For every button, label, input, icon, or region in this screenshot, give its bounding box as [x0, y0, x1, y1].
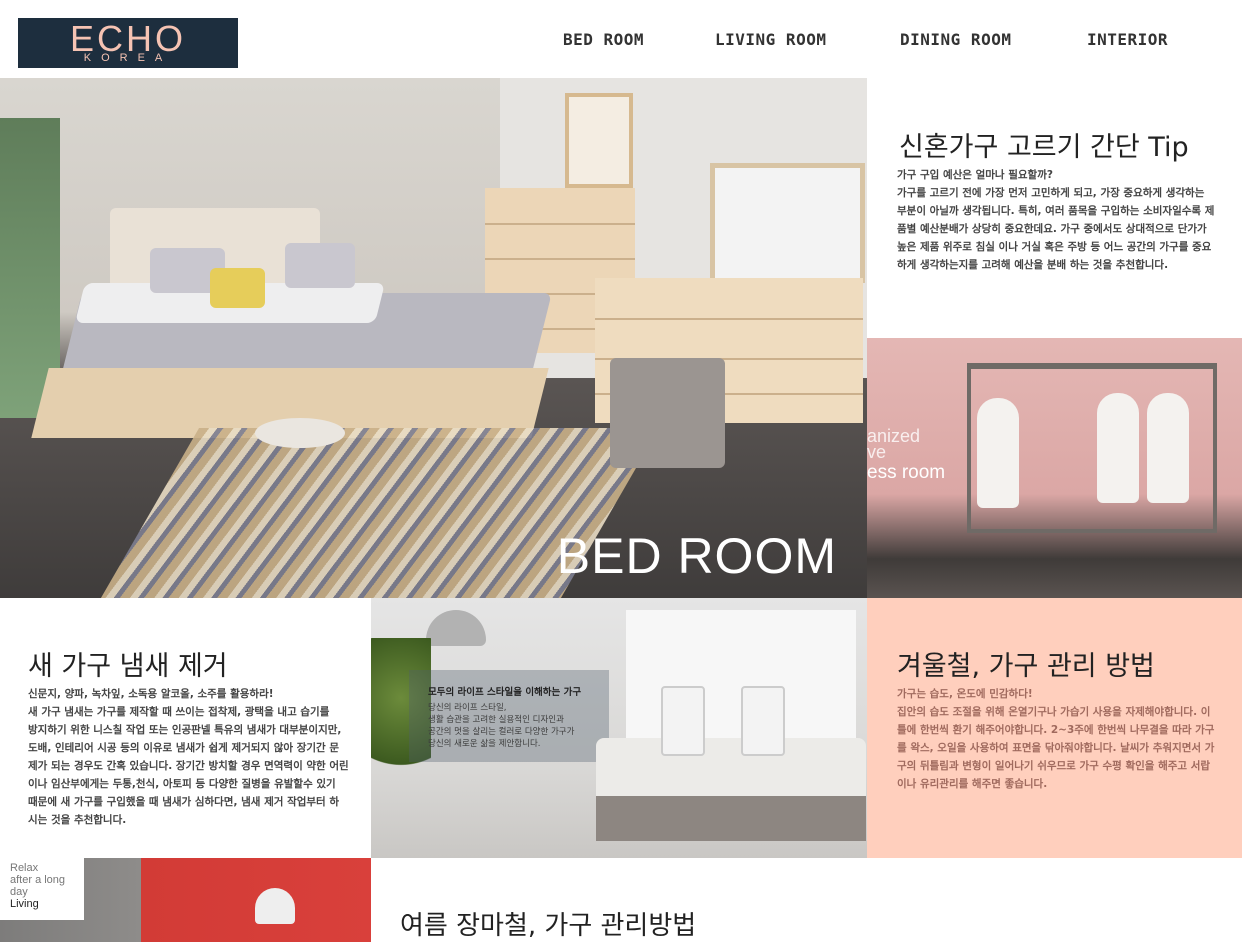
tip-line: 구의 뒤틀림과 변형이 일어나기 쉬우므로 가구 수평 확인을 해주고 서랍 — [897, 760, 1211, 772]
mirror — [710, 163, 865, 283]
nav-dining-room[interactable]: DINING ROOM — [900, 30, 1011, 52]
brand-logo[interactable]: ECHO KOREA — [18, 18, 238, 68]
caption-line: 당신의 라이프 스타일, — [428, 703, 507, 713]
caption-line: 생활 습관을 고려한 실용적인 디자인과 — [428, 715, 564, 725]
reading-person — [661, 686, 705, 756]
dressroom-label: ess room — [867, 462, 946, 483]
tip-line: 가구 구입 예산은 얼마나 필요할까? — [897, 169, 1053, 181]
relax-tag: Relax after a long day Living — [0, 858, 84, 920]
tip-line: 때문에 새 가구를 구입했을 때 냄새가 심하다면, 냄새 제거 작업부터 하 — [28, 796, 340, 808]
dress — [1097, 393, 1139, 503]
tip-line: 가구는 습도, 온도에 민감하다! — [897, 688, 1033, 700]
tip-body: 신문지, 양파, 녹차잎, 소독용 알코올, 소주를 활용하라! 새 가구 냄새… — [28, 685, 368, 829]
bedroom-hero-image[interactable]: BED ROOM — [0, 78, 867, 598]
brand-sub: KOREA — [83, 52, 173, 64]
dressroom-image[interactable]: anized ve ess room — [867, 338, 1242, 598]
tip-title: 겨울철, 가구 관리 방법 — [897, 651, 1155, 682]
tip-line: 이나 임산부에게는 두통,천식, 아토피 등 다양한 질병을 유발할수 있기 — [28, 778, 336, 790]
caption-body: 당신의 라이프 스타일, 생활 습관을 고려한 실용적인 디자인과 공간의 멋을… — [428, 702, 608, 750]
tip-body: 가구 구입 예산은 얼마나 필요할까? 가구를 고르기 전에 가장 먼저 고민하… — [897, 166, 1227, 274]
tip-title: 새 가구 냄새 제거 — [28, 651, 228, 682]
relax-line: Relax — [10, 862, 39, 874]
tip-line: 틀에 한번씩 환기 해주어야합니다. 2~3주에 한번씩 나무결을 따라 가구 — [897, 724, 1215, 736]
caption-title: 모두의 라이프 스타일을 이해하는 가구 — [428, 687, 582, 698]
pendant-lamp — [255, 888, 295, 924]
bed-base — [596, 796, 866, 841]
pendant-lamp — [426, 610, 486, 646]
hero-label: BED ROOM — [556, 528, 837, 584]
tip-line: 방지하기 위한 니스칠 작업 또는 인공판넬 특유의 냄새가 대부분이지만, — [28, 724, 342, 736]
reading-person — [741, 686, 785, 756]
dressroom-text: ve — [867, 442, 887, 462]
site-header: ECHO KOREA BED ROOM LIVING ROOM DINING R… — [0, 0, 1242, 78]
tip-card-new-furniture-smell: 새 가구 냄새 제거 신문지, 양파, 녹차잎, 소독용 알코올, 소주를 활용… — [0, 598, 371, 858]
relax-line: after a long day — [10, 874, 66, 898]
caption-line: 공간의 멋을 살리는 컬러로 다양한 가구가 — [428, 727, 575, 737]
nav-interior[interactable]: INTERIOR — [1087, 30, 1168, 52]
tip-card-winter-care: 겨울철, 가구 관리 방법 가구는 습도, 온도에 민감하다! 집안의 습도 조… — [867, 598, 1242, 858]
dress — [1147, 393, 1189, 503]
relax-label: Living — [10, 898, 39, 910]
tip-card-summer-care: 여름 장마철, 가구 관리방법 — [371, 858, 1242, 942]
tip-line: 부분이 아닐까 생각됩니다. 특히, 여러 품목을 구입하는 소비자일수록 제 — [897, 205, 1215, 217]
ottoman-stool — [610, 358, 725, 468]
tip-line: 를 왁스, 오일을 사용하여 표면을 닦아줘야합니다. 날씨가 추워지면서 가 — [897, 742, 1215, 754]
tip-line: 이나 유리관리를 해주면 좋습니다. — [897, 778, 1048, 790]
tip-line: 높은 제품 위주로 침실 이나 거실 혹은 주방 등 어느 공간의 가구를 중요 — [897, 241, 1212, 253]
dress — [977, 398, 1019, 508]
tip-line: 집안의 습도 조절을 위해 온열기구나 가습기 사용을 자제해야합니다. 이 — [897, 706, 1211, 718]
side-table — [255, 418, 345, 448]
tip-line: 제가 되는 경우도 간혹 있습니다. 장기간 방치할 경우 면역력이 약한 어린 — [28, 760, 349, 772]
tip-line: 새 가구 냄새는 가구를 제작할 때 쓰이는 접착제, 광택을 내고 습기를 — [28, 706, 330, 718]
living-lifestyle-image[interactable]: 모두의 라이프 스타일을 이해하는 가구 당신의 라이프 스타일, 생활 습관을… — [371, 598, 867, 858]
tip-line: 하게 생각하는지를 고려해 예산을 분배 하는 것을 추천합니다. — [897, 259, 1169, 271]
nav-bedroom[interactable]: BED ROOM — [563, 30, 644, 52]
tip-title: 신혼가구 고르기 간단 Tip — [899, 132, 1189, 163]
wall-poster — [565, 93, 633, 188]
nav-living-room[interactable]: LIVING ROOM — [715, 30, 826, 52]
tip-line: 품별 예산분배가 상당히 중요한데요. 가구 중에서도 상대적으로 단가가 — [897, 223, 1207, 235]
pillow — [285, 243, 355, 288]
tip-body: 가구는 습도, 온도에 민감하다! 집안의 습도 조절을 위해 온열기구나 가습… — [897, 685, 1237, 793]
yellow-cushion — [210, 268, 265, 308]
living-promo-image[interactable]: Relax after a long day Living — [0, 858, 371, 942]
tip-card-wedding-furniture: 신혼가구 고르기 간단 Tip 가구 구입 예산은 얼마나 필요할까? 가구를 … — [867, 78, 1242, 338]
tip-line: 시는 것을 추천합니다. — [28, 814, 127, 826]
tip-title: 여름 장마철, 가구 관리방법 — [400, 911, 697, 941]
caption-line: 당신의 새로운 삶을 제안합니다. — [428, 739, 541, 749]
tip-line: 도배, 인테리어 시공 등의 이유로 냄새가 쉽게 제거되지 않아 장기간 문 — [28, 742, 340, 754]
tip-line: 가구를 고르기 전에 가장 먼저 고민하게 되고, 가장 중요하게 생각하는 — [897, 187, 1205, 199]
tip-line: 신문지, 양파, 녹차잎, 소독용 알코올, 소주를 활용하라! — [28, 688, 274, 700]
